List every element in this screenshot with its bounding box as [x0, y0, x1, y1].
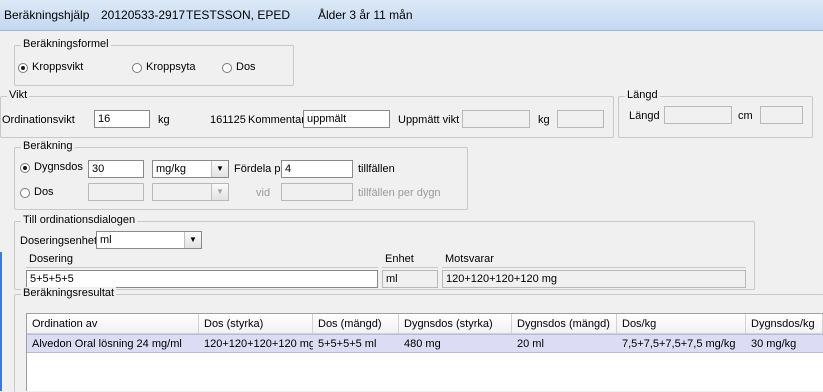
measured-weight-extra[interactable] — [557, 110, 604, 128]
fordela-input[interactable]: 4 — [281, 160, 353, 178]
dygnsdos-unit-select[interactable]: mg/kg ▼ — [152, 160, 229, 178]
dosering-input[interactable]: 5+5+5+5 — [26, 270, 378, 288]
ord-weight-label: Ordinationsvikt — [2, 114, 75, 126]
fordela-label: Fördela på — [234, 163, 287, 175]
enhet-field: ml — [382, 270, 438, 288]
dos-unit-select[interactable]: ▼ — [152, 183, 229, 201]
dosunit-label: Doseringsenhet — [20, 235, 98, 247]
row-ordination-av: Alvedon Oral lösning 24 mg/ml — [32, 338, 182, 350]
radio-kroppsyta[interactable] — [132, 63, 142, 73]
measured-weight-label: Uppmätt vikt — [398, 114, 460, 126]
col-dos-styrka[interactable]: Dos (styrka) — [199, 314, 313, 334]
chevron-down-icon[interactable]: ▼ — [211, 161, 228, 177]
dygnsdos-input[interactable]: 30 — [88, 160, 144, 178]
col-dygnsdos-mangd[interactable]: Dygnsdos (mängd) — [512, 314, 617, 334]
row-dos-styrka: 120+120+120+120 mg — [204, 338, 313, 350]
radio-dos-formula-label: Dos — [236, 61, 256, 73]
enhet-header: Enhet — [382, 250, 438, 268]
height-unit: cm — [738, 110, 753, 122]
row-dygnsdos-styrka: 480 mg — [404, 338, 441, 350]
measured-weight-input[interactable] — [462, 110, 530, 128]
formula-legend: Beräkningsformel — [21, 38, 111, 50]
col-dygnsdos-styrka[interactable]: Dygnsdos (styrka) — [399, 314, 512, 334]
row-dygnsdos-kg: 30 mg/kg — [751, 338, 797, 350]
patient-name: TESTSSON, EPED — [186, 8, 291, 22]
col-dos-kg[interactable]: Dos/kg — [617, 314, 746, 334]
dos-calc-label: Dos — [34, 186, 54, 198]
patient-id: 20120533-2917 — [101, 8, 186, 22]
col-ordination-av[interactable]: Ordination av — [27, 314, 199, 334]
chevron-down-icon[interactable]: ▼ — [184, 232, 201, 248]
row-dygnsdos-mangd: 20 ml — [517, 338, 544, 350]
ord-weight-input[interactable]: 16 — [94, 110, 150, 128]
tillfallen-label: tillfällen — [358, 163, 395, 175]
dosering-header: Dosering — [26, 250, 378, 268]
col-dygnsdos-kg[interactable]: Dygnsdos/kg — [746, 314, 823, 334]
height-label: Längd — [629, 110, 660, 122]
motsvarar-field: 120+120+120+120 mg — [442, 270, 746, 288]
window-title: Beräkningshjälp — [4, 8, 90, 22]
dygnsdos-unit-value: mg/kg — [156, 163, 186, 175]
dos-calc-input[interactable] — [88, 183, 144, 201]
vid-label: vid — [256, 187, 271, 199]
chevron-down-icon[interactable]: ▼ — [211, 184, 228, 200]
radio-dos-formula[interactable] — [222, 63, 232, 73]
row-dos-kg: 7,5+7,5+7,5+7,5 mg/kg — [622, 338, 736, 350]
radio-dos-calc[interactable] — [20, 188, 30, 198]
weight-legend: Vikt — [7, 89, 30, 101]
dygnsdos-label: Dygnsdos — [34, 161, 83, 173]
radio-dygnsdos[interactable] — [20, 163, 30, 173]
calc-group: Beräkning — [14, 140, 468, 210]
height-legend: Längd — [625, 89, 660, 101]
comment-input[interactable]: uppmält — [303, 110, 390, 128]
col-dos-mangd[interactable]: Dos (mängd) — [313, 314, 399, 334]
patient-age: Ålder 3 år 11 mån — [318, 8, 413, 22]
weight-date: 161125 — [210, 114, 246, 126]
results-legend: Beräkningsresultat — [21, 287, 117, 299]
calc-legend: Beräkning — [21, 140, 75, 152]
window-edge-accent — [0, 252, 2, 391]
dosunit-value: ml — [100, 234, 112, 246]
motsvarar-header: Motsvarar — [442, 250, 746, 268]
height-extra[interactable] — [760, 106, 803, 124]
per-dygn-label: tillfällen per dygn — [358, 187, 441, 199]
radio-kroppsvikt[interactable] — [18, 63, 28, 73]
dosunit-select[interactable]: ml ▼ — [96, 231, 202, 249]
height-input[interactable] — [664, 106, 732, 124]
ord-weight-unit: kg — [158, 114, 170, 126]
row-dos-mangd: 5+5+5+5 ml — [318, 338, 377, 350]
ordination-legend: Till ordinationsdialogen — [21, 214, 138, 226]
comment-label: Kommentar — [248, 114, 305, 126]
vid-input[interactable] — [281, 183, 353, 201]
window-titlebar: Beräkningshjälp 20120533-2917 TESTSSON, … — [0, 0, 823, 31]
measured-weight-unit: kg — [538, 114, 550, 126]
radio-kroppsvikt-label: Kroppsvikt — [32, 61, 84, 73]
radio-kroppsyta-label: Kroppsyta — [146, 61, 196, 73]
